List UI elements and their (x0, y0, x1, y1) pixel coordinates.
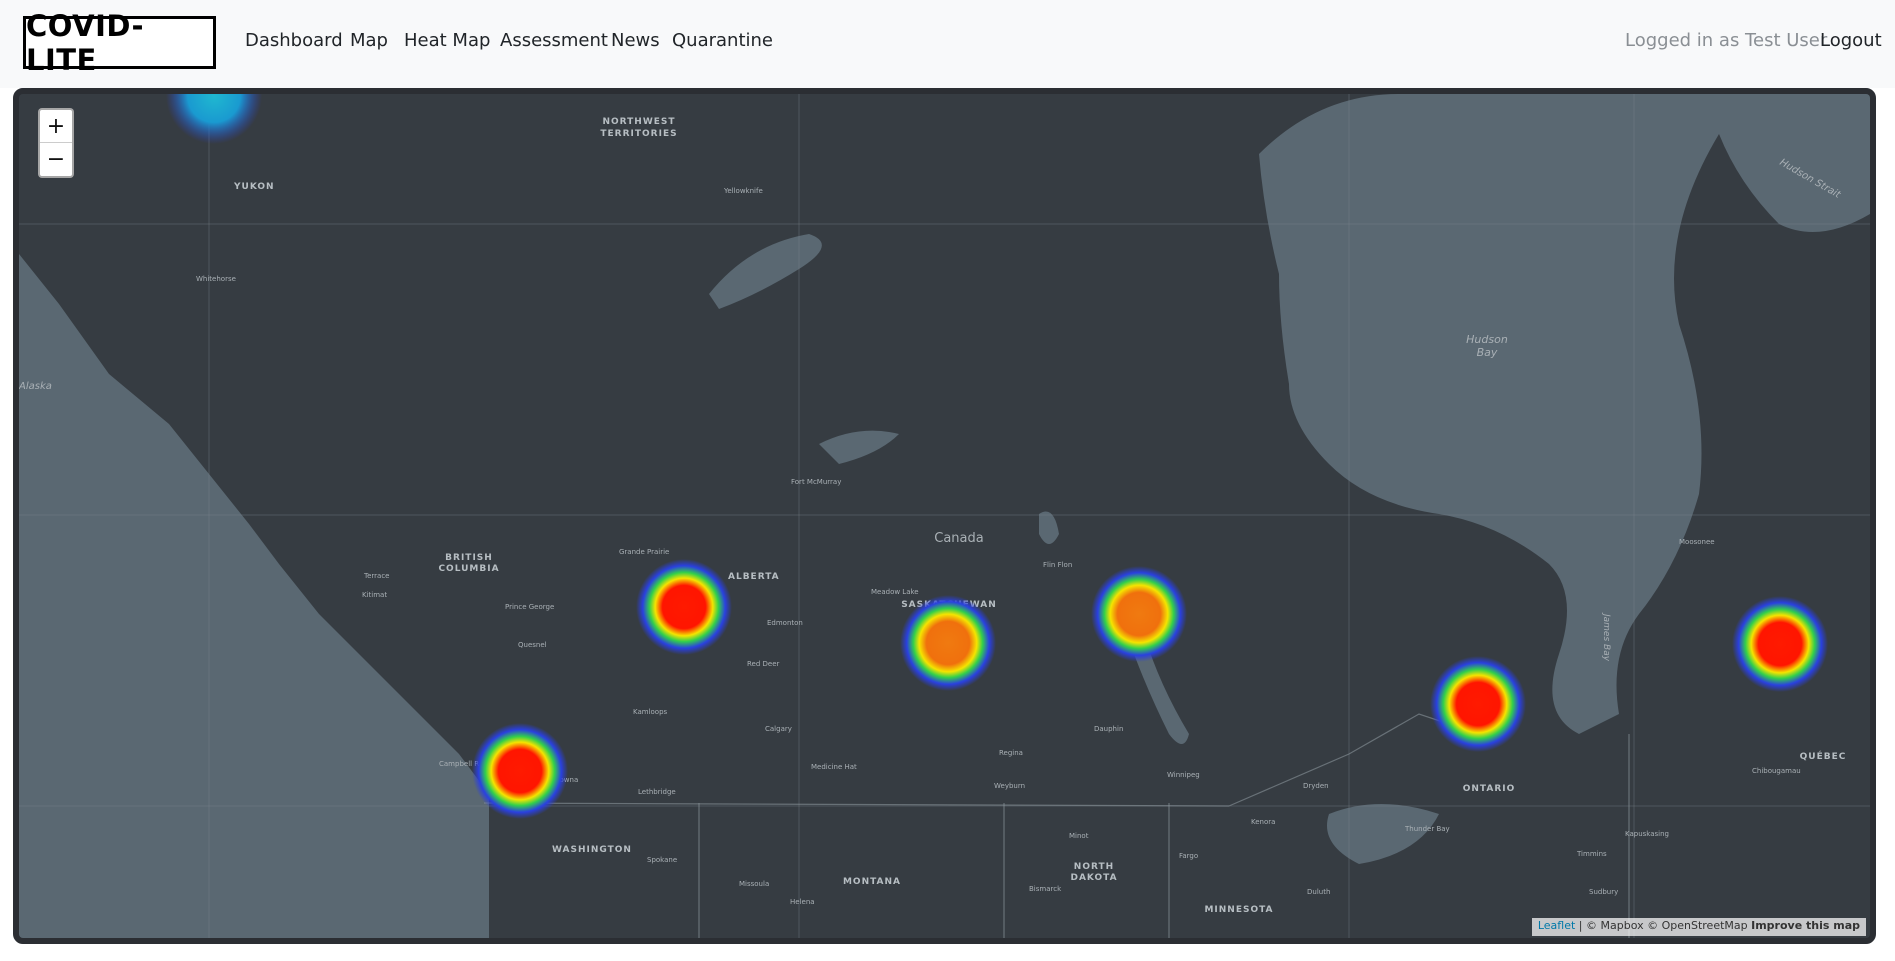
label-terrace: Terrace (363, 572, 389, 580)
brand-logo[interactable]: COVID-LITE (23, 9, 216, 77)
map-attribution: Leaflet | © Mapbox © OpenStreetMap Impro… (1531, 918, 1866, 936)
nav-heat-map[interactable]: Heat Map (404, 30, 490, 51)
label-grande-prairie: Grande Prairie (619, 548, 669, 556)
heat-spot-ontario[interactable] (1430, 656, 1526, 752)
heat-spot-quebec[interactable] (1732, 596, 1828, 692)
label-regina: Regina (999, 749, 1023, 757)
label-medicine-hat: Medicine Hat (811, 763, 857, 771)
attribution-text: | © Mapbox © OpenStreetMap (1575, 919, 1752, 932)
label-fort-mcmurray: Fort McMurray (791, 478, 841, 486)
nav-dashboard[interactable]: Dashboard (245, 30, 343, 51)
label-chibougamau: Chibougamau (1752, 767, 1801, 775)
nav-news[interactable]: News (611, 30, 660, 51)
label-kamloops: Kamloops (633, 708, 668, 716)
logout-link[interactable]: Logout (1820, 30, 1882, 51)
map-tiles[interactable]: NORTHWEST TERRITORIES YUKON Canada BRITI… (19, 94, 1870, 938)
label-spokane: Spokane (647, 856, 677, 864)
label-quebec: QUÉBEC (1800, 750, 1847, 762)
label-dauphin: Dauphin (1094, 725, 1123, 733)
label-flin-flon: Flin Flon (1043, 561, 1072, 569)
label-thunder-bay: Thunder Bay (1404, 825, 1450, 833)
label-kenora: Kenora (1251, 818, 1275, 826)
label-winnipeg: Winnipeg (1167, 771, 1200, 779)
label-montana: MONTANA (843, 877, 901, 887)
heat-spot-alberta[interactable] (636, 559, 732, 655)
heat-spot-saskatchewan[interactable] (900, 595, 996, 691)
label-moosonee: Moosonee (1679, 538, 1715, 546)
label-bc-2: COLUMBIA (438, 564, 499, 574)
user-status: Logged in as Test User (1625, 30, 1828, 51)
label-helena: Helena (790, 898, 815, 906)
label-bismarck: Bismarck (1029, 885, 1062, 893)
nav-assessment[interactable]: Assessment (500, 30, 608, 51)
label-james-bay: James Bay (1601, 612, 1611, 662)
label-north-dakota-2: DAKOTA (1070, 873, 1117, 883)
label-washington: WASHINGTON (552, 845, 632, 855)
label-prince-george: Prince George (505, 603, 554, 611)
label-dryden: Dryden (1303, 782, 1329, 790)
heat-map-container[interactable]: NORTHWEST TERRITORIES YUKON Canada BRITI… (13, 88, 1876, 944)
label-quesnel: Quesnel (518, 641, 547, 649)
label-ontario: ONTARIO (1463, 784, 1516, 794)
label-weyburn: Weyburn (994, 782, 1025, 790)
label-timmins: Timmins (1576, 850, 1607, 858)
label-sudbury: Sudbury (1589, 888, 1618, 896)
label-nwt: NORTHWEST (602, 117, 675, 127)
label-bc: BRITISH (445, 553, 493, 563)
label-duluth: Duluth (1307, 888, 1330, 896)
label-kitimat: Kitimat (362, 591, 387, 599)
label-hudson-bay: Hudson (1466, 333, 1508, 346)
label-hudson-bay-2: Bay (1477, 346, 1498, 359)
label-lethbridge: Lethbridge (638, 788, 676, 796)
nav-quarantine[interactable]: Quarantine (672, 30, 773, 51)
heat-spot-british-columbia[interactable] (472, 723, 568, 819)
label-meadow-lake: Meadow Lake (871, 588, 919, 596)
label-yellowknife: Yellowknife (723, 187, 763, 195)
label-calgary: Calgary (765, 725, 792, 733)
label-minnesota: MINNESOTA (1204, 905, 1273, 915)
label-fargo: Fargo (1179, 852, 1198, 860)
nav-map[interactable]: Map (350, 30, 388, 51)
improve-map-link[interactable]: Improve this map (1751, 919, 1860, 932)
label-alberta: ALBERTA (728, 572, 780, 582)
label-canada: Canada (934, 531, 983, 546)
label-red-deer: Red Deer (747, 660, 780, 668)
leaflet-link[interactable]: Leaflet (1538, 919, 1575, 932)
zoom-out-button[interactable]: − (40, 143, 72, 176)
label-whitehorse: Whitehorse (196, 275, 236, 283)
label-edmonton: Edmonton (767, 619, 803, 627)
label-north-dakota: NORTH (1074, 862, 1114, 872)
zoom-in-button[interactable]: + (40, 110, 72, 143)
navbar: COVID-LITE Dashboard Map Heat Map Assess… (0, 0, 1895, 88)
label-minot: Minot (1069, 832, 1089, 840)
label-missoula: Missoula (739, 880, 769, 888)
heat-spot-manitoba[interactable] (1091, 566, 1187, 662)
label-kapuskasing: Kapuskasing (1625, 830, 1669, 838)
label-nwt-2: TERRITORIES (600, 129, 677, 139)
label-yukon: YUKON (233, 182, 275, 192)
label-alaska: Alaska (19, 381, 52, 392)
zoom-control: + − (38, 108, 74, 178)
